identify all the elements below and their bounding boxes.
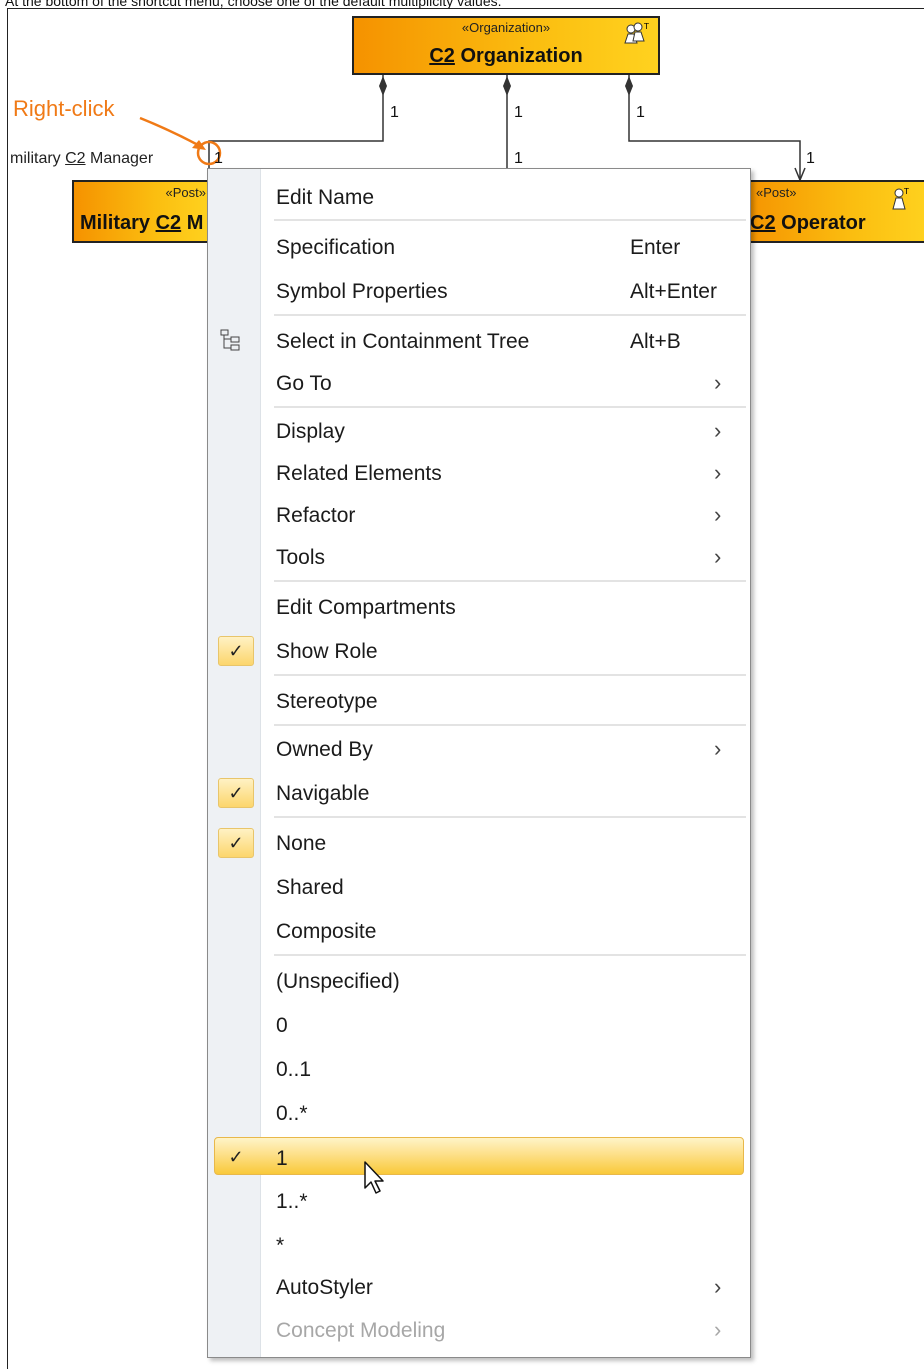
menu-item-label: Specification <box>276 236 396 259</box>
right-click-annotation: Right-click <box>13 96 115 121</box>
submenu-arrow-icon: › <box>714 418 722 443</box>
containment-tree-icon <box>220 329 240 351</box>
multiplicity-center-top[interactable]: 1 <box>514 104 523 122</box>
submenu-arrow-icon: › <box>714 544 722 569</box>
menu-item-stereotype[interactable]: Stereotype <box>208 681 750 721</box>
menu-item-label: Concept Modeling <box>276 1319 446 1342</box>
submenu-arrow-icon: › <box>714 370 722 395</box>
menu-item-show-role[interactable]: ✓ Show Role <box>208 631 750 671</box>
menu-item-label: Symbol Properties <box>276 280 448 303</box>
menu-item-shortcut: Alt+B <box>630 330 681 353</box>
menu-separator <box>274 674 746 676</box>
menu-item-label: Tools <box>276 546 326 569</box>
menu-item-label: Edit Name <box>276 186 375 209</box>
multiplicity-center-end[interactable]: 1 <box>514 150 523 168</box>
menu-item-label: Show Role <box>276 640 378 663</box>
menu-item-label: AutoStyler <box>276 1276 373 1299</box>
menu-item-shared[interactable]: Shared <box>208 867 750 907</box>
left-post-name: Military C2 M <box>80 212 204 234</box>
multiplicity-right-end[interactable]: 1 <box>806 150 815 168</box>
menu-item-multiplicity-0-many[interactable]: 0..* <box>208 1093 750 1133</box>
menu-item-related-elements[interactable]: Related Elements › <box>208 453 750 493</box>
menu-item-label: Navigable <box>276 782 370 805</box>
checkmark-icon: ✓ <box>228 1147 244 1167</box>
multiplicity-left-top[interactable]: 1 <box>390 104 399 122</box>
menu-item-label: * <box>276 1234 285 1257</box>
military-c2-manager-block[interactable]: «Post» Military C2 M <box>72 180 212 243</box>
submenu-arrow-icon: › <box>714 502 722 527</box>
right-post-name: C2 Operator <box>750 212 866 234</box>
organization-block[interactable]: «Organization» C2 Organization T <box>352 16 660 75</box>
menu-separator <box>274 406 746 408</box>
left-post-stereotype: «Post» <box>165 185 206 200</box>
submenu-arrow-icon: › <box>714 736 722 761</box>
submenu-arrow-icon: › <box>714 460 722 485</box>
menu-separator <box>274 314 746 316</box>
menu-item-label: Shared <box>276 876 344 899</box>
menu-item-none[interactable]: ✓ None <box>208 823 750 863</box>
context-menu: Edit Name Specification Enter Symbol Prop… <box>207 168 751 1358</box>
menu-separator <box>274 954 746 956</box>
menu-item-refactor[interactable]: Refactor › <box>208 495 750 535</box>
menu-item-owned-by[interactable]: Owned By › <box>208 729 750 769</box>
menu-item-shortcut: Enter <box>630 236 681 259</box>
organization-stereotype: «Organization» <box>461 20 551 35</box>
menu-item-shortcut: Alt+Enter <box>630 280 717 303</box>
menu-item-label: 1..* <box>276 1190 308 1213</box>
checkmark-icon: ✓ <box>218 636 254 666</box>
menu-item-display[interactable]: Display › <box>208 411 750 451</box>
menu-separator <box>274 724 746 726</box>
menu-item-tools[interactable]: Tools › <box>208 537 750 577</box>
menu-item-symbol-properties[interactable]: Symbol Properties Alt+Enter <box>208 271 750 311</box>
menu-item-multiplicity-1[interactable]: ✓ 1 <box>214 1137 744 1175</box>
menu-item-label: 1 <box>276 1147 288 1170</box>
menu-item-label: 0..1 <box>276 1058 312 1081</box>
menu-separator <box>274 580 746 582</box>
menu-item-specification[interactable]: Specification Enter <box>208 227 750 267</box>
post-icon: T <box>892 187 909 210</box>
multiplicity-left-end[interactable]: 1 <box>214 150 223 168</box>
menu-item-select-in-containment-tree[interactable]: Select in Containment Tree Alt+B <box>208 321 750 361</box>
menu-item-label: Select in Containment Tree <box>276 330 530 353</box>
submenu-arrow-icon: › <box>714 1317 722 1342</box>
menu-item-label: None <box>276 832 327 855</box>
menu-item-label: Edit Compartments <box>276 596 456 619</box>
menu-item-navigable[interactable]: ✓ Navigable <box>208 773 750 813</box>
menu-item-autostyler[interactable]: AutoStyler › <box>208 1267 750 1307</box>
menu-item-label: (Unspecified) <box>276 970 400 993</box>
menu-item-label: Related Elements <box>276 462 442 485</box>
menu-item-label: 0 <box>276 1014 288 1037</box>
checkmark-icon: ✓ <box>218 778 254 808</box>
menu-item-multiplicity-0-1[interactable]: 0..1 <box>208 1049 750 1089</box>
menu-item-label: Composite <box>276 920 377 943</box>
c2-operator-block[interactable]: «Post» C2 Operator T <box>740 180 924 243</box>
menu-item-multiplicity-many[interactable]: * <box>208 1225 750 1265</box>
menu-item-label: Refactor <box>276 504 356 527</box>
role-label[interactable]: military C2 Manager <box>10 150 153 168</box>
menu-item-composite[interactable]: Composite <box>208 911 750 951</box>
menu-item-label: Display <box>276 420 345 443</box>
checkmark-icon: ✓ <box>218 828 254 858</box>
organization-icon: T <box>624 22 649 44</box>
menu-item-label: 0..* <box>276 1102 308 1125</box>
submenu-arrow-icon: › <box>714 1274 722 1299</box>
svg-text:T: T <box>643 22 649 31</box>
menu-item-label: Stereotype <box>276 690 378 713</box>
menu-item-concept-modeling: Concept Modeling › <box>208 1310 750 1350</box>
menu-item-unspecified[interactable]: (Unspecified) <box>208 961 750 1001</box>
organization-name: C2 Organization <box>429 45 583 67</box>
menu-item-edit-name[interactable]: Edit Name <box>208 177 750 217</box>
mouse-cursor-icon <box>364 1161 384 1194</box>
menu-separator <box>274 219 746 221</box>
menu-item-edit-compartments[interactable]: Edit Compartments <box>208 587 750 627</box>
menu-separator <box>274 816 746 818</box>
menu-item-label: Owned By <box>276 738 373 761</box>
menu-item-multiplicity-0[interactable]: 0 <box>208 1005 750 1045</box>
multiplicity-right-top[interactable]: 1 <box>636 104 645 122</box>
menu-item-label: Go To <box>276 372 332 395</box>
menu-item-go-to[interactable]: Go To › <box>208 363 750 403</box>
svg-text:T: T <box>903 187 909 196</box>
menu-item-multiplicity-1-many[interactable]: 1..* <box>208 1181 750 1221</box>
